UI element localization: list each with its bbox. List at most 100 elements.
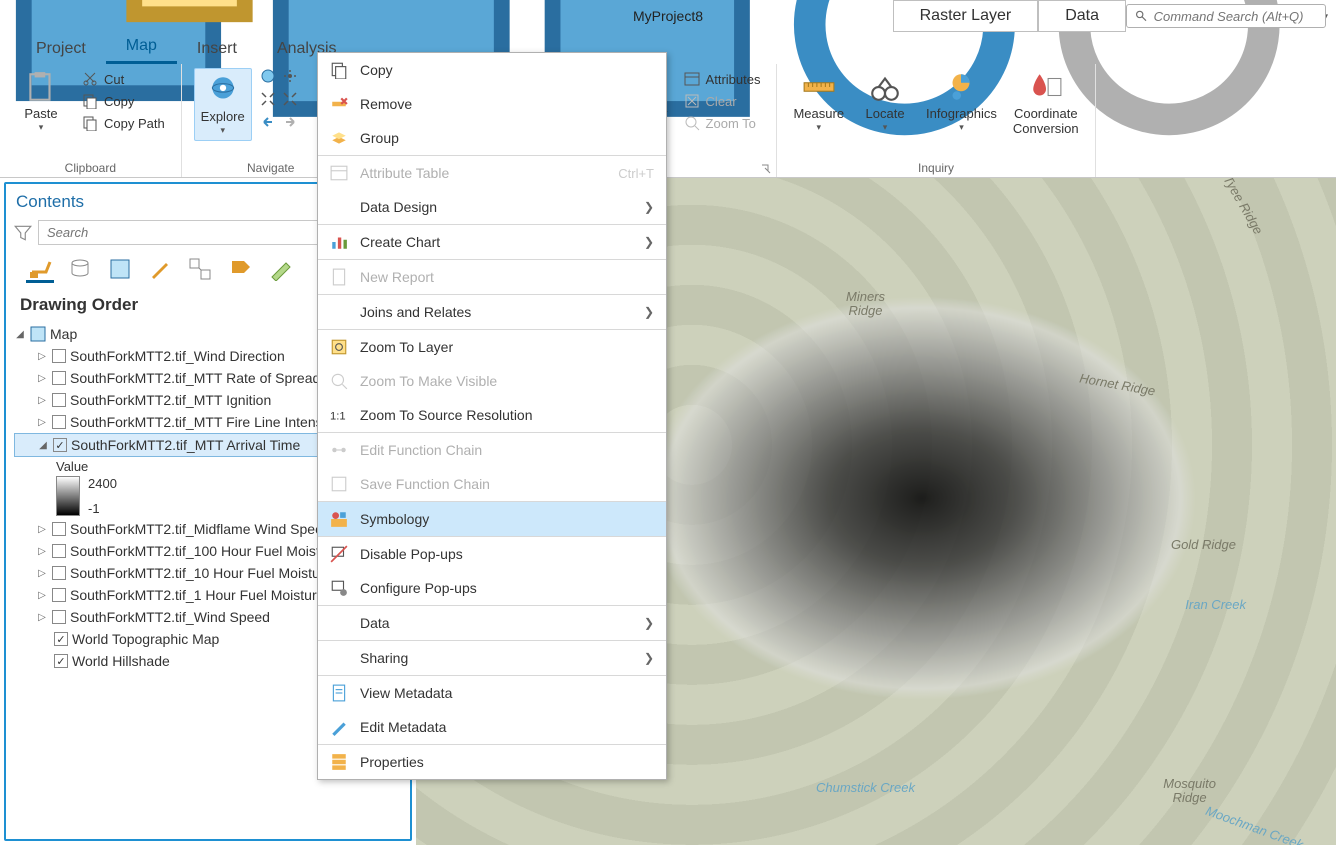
cm-properties[interactable]: Properties [318, 745, 666, 779]
ribbon-group-inquiry: Measure▾ Locate▾ Infographics▾ Coordinat… [777, 64, 1095, 177]
cut-button[interactable]: Cut [78, 68, 169, 90]
measure-button[interactable]: Measure▾ [789, 68, 848, 135]
cm-symbology[interactable]: Symbology [318, 502, 666, 536]
list-by-source[interactable] [66, 255, 94, 283]
layer-checkbox[interactable]: ✓ [54, 654, 68, 668]
cm-copy[interactable]: Copy [318, 53, 666, 87]
attributes-button[interactable]: Attributes [680, 68, 765, 90]
paste-icon [24, 70, 58, 104]
locate-button[interactable]: Locate▾ [856, 68, 914, 135]
report-icon [330, 268, 348, 286]
layer-checkbox[interactable] [52, 349, 66, 363]
table-icon [330, 164, 348, 182]
full-extent-icon[interactable] [260, 68, 276, 87]
coord-icon [1029, 70, 1063, 104]
layer-checkbox[interactable] [52, 393, 66, 407]
search-icon [1135, 9, 1148, 23]
prev-extent-icon[interactable] [260, 114, 276, 133]
tab-raster-layer[interactable]: Raster Layer [893, 0, 1039, 32]
paste-button[interactable]: Paste ▾ [12, 68, 70, 135]
measure-icon [802, 70, 836, 104]
tab-map[interactable]: Map [106, 31, 177, 64]
layer-checkbox[interactable] [52, 522, 66, 536]
map-label-miners: Miners Ridge [846, 290, 885, 318]
map-label-iran: Iran Creek [1185, 598, 1246, 612]
zoom-to-icon [684, 115, 700, 131]
zoom-in-arrows-icon[interactable] [260, 91, 276, 110]
copy-button[interactable]: Copy [78, 90, 169, 112]
quick-access-toolbar: ▾ ▾ ▾ MyProject8 [0, 0, 1336, 32]
collapse-icon[interactable]: ◢ [14, 329, 26, 340]
chart-icon [330, 233, 348, 251]
remove-icon [330, 95, 348, 113]
clear-icon [684, 93, 700, 109]
cm-zoom-visible: Zoom To Make Visible [318, 364, 666, 398]
tab-project[interactable]: Project [16, 34, 106, 64]
cm-create-chart[interactable]: Create Chart❯ [318, 225, 666, 259]
layer-context-menu: Copy Remove Group Attribute TableCtrl+T … [317, 52, 667, 780]
contextual-tab-group: Raster Layer Data [893, 0, 1126, 32]
list-by-labeling[interactable] [226, 255, 254, 283]
metadata-icon [330, 684, 348, 702]
cm-joins-relates[interactable]: Joins and Relates❯ [318, 295, 666, 329]
cm-save-fn-chain: Save Function Chain [318, 467, 666, 501]
cm-group[interactable]: Group [318, 121, 666, 155]
explore-icon [206, 73, 240, 107]
chevron-right-icon: ❯ [644, 651, 654, 665]
chevron-right-icon: ❯ [644, 305, 654, 319]
zoom-out-arrows-icon[interactable] [282, 91, 298, 110]
explore-button[interactable]: Explore ▾ [194, 68, 252, 141]
cm-view-metadata[interactable]: View Metadata [318, 676, 666, 710]
command-search[interactable] [1126, 4, 1326, 28]
chevron-right-icon: ❯ [644, 616, 654, 630]
ribbon-tabs: Project Map Insert Analysis Raster Layer… [0, 32, 1336, 64]
list-by-perspective[interactable] [266, 255, 294, 283]
save-chain-icon [330, 475, 348, 493]
cm-configure-popups[interactable]: Configure Pop-ups [318, 571, 666, 605]
layer-checkbox[interactable]: ✓ [53, 438, 67, 452]
layer-checkbox[interactable] [52, 588, 66, 602]
cm-zoom-to-layer[interactable]: Zoom To Layer [318, 330, 666, 364]
tab-insert[interactable]: Insert [177, 34, 257, 64]
zoom-to-button[interactable]: Zoom To [680, 112, 765, 134]
locate-icon [868, 70, 902, 104]
cm-data-design[interactable]: Data Design❯ [318, 190, 666, 224]
cm-zoom-source[interactable]: 1:1Zoom To Source Resolution [318, 398, 666, 432]
fixed-zoom-in-icon[interactable] [282, 68, 298, 87]
layer-checkbox[interactable] [52, 415, 66, 429]
copy-icon [330, 61, 348, 79]
command-search-input[interactable] [1154, 9, 1317, 24]
coord-conversion-button[interactable]: Coordinate Conversion [1009, 68, 1083, 138]
zoom-1-1-icon: 1:1 [330, 406, 348, 424]
cm-data[interactable]: Data❯ [318, 606, 666, 640]
cm-remove[interactable]: Remove [318, 87, 666, 121]
cut-icon [82, 71, 98, 87]
copy-icon [82, 93, 98, 109]
infographics-icon [944, 70, 978, 104]
layer-checkbox[interactable] [52, 371, 66, 385]
copy-path-button[interactable]: Copy Path [78, 112, 169, 134]
symbology-icon [330, 510, 348, 528]
ribbon-group-clipboard: Paste ▾ Cut Copy Copy Path Clipboard [0, 64, 182, 177]
map-icon [30, 326, 46, 342]
pencil-icon [330, 718, 348, 736]
selection-launcher[interactable] [760, 163, 772, 175]
cm-disable-popups[interactable]: Disable Pop-ups [318, 537, 666, 571]
ramp-swatch [56, 476, 80, 516]
infographics-button[interactable]: Infographics▾ [922, 68, 1001, 135]
tab-data[interactable]: Data [1038, 0, 1126, 32]
zoom-visible-icon [330, 372, 348, 390]
layer-checkbox[interactable] [52, 566, 66, 580]
list-by-selection[interactable] [106, 255, 134, 283]
layer-checkbox[interactable] [52, 544, 66, 558]
list-by-drawing-order[interactable] [26, 255, 54, 283]
filter-icon[interactable] [14, 224, 32, 242]
list-by-snapping[interactable] [186, 255, 214, 283]
layer-checkbox[interactable] [52, 610, 66, 624]
next-extent-icon[interactable] [282, 114, 298, 133]
list-by-editing[interactable] [146, 255, 174, 283]
cm-edit-metadata[interactable]: Edit Metadata [318, 710, 666, 744]
clear-button[interactable]: Clear [680, 90, 765, 112]
layer-checkbox[interactable]: ✓ [54, 632, 68, 646]
cm-sharing[interactable]: Sharing❯ [318, 641, 666, 675]
